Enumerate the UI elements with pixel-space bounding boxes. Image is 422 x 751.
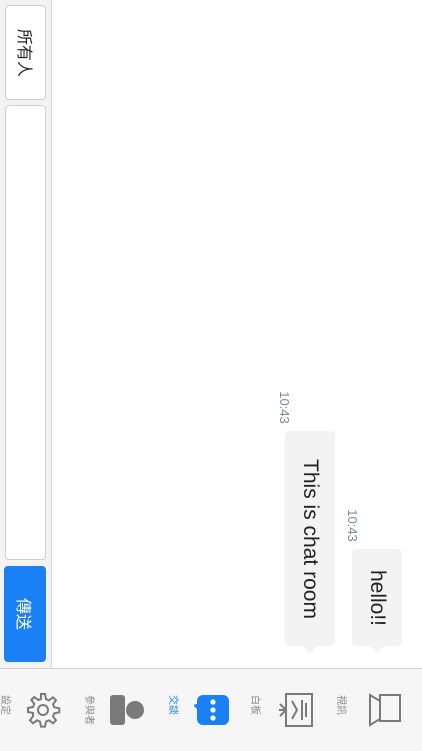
tab-chat-label: 交談 (167, 695, 178, 715)
recipient-selector[interactable]: 所有人 (5, 5, 46, 100)
message-text: This is chat room (299, 458, 322, 619)
message-bubble: hello!! (352, 549, 402, 653)
send-button[interactable]: 傳送 (4, 566, 46, 662)
tab-whiteboard[interactable]: 白板 (249, 669, 320, 751)
tab-video[interactable]: 視訊 (335, 669, 422, 751)
whiteboard-icon (278, 691, 316, 733)
send-button-label: 傳送 (14, 597, 33, 631)
compose-panel: 所有人 傳送 (0, 0, 52, 668)
participant-icon (108, 691, 146, 733)
tab-bar: 設定 參與者 交談 白板 視訊 (0, 668, 422, 751)
tab-participants[interactable]: 參與者 (83, 669, 152, 751)
recipient-label: 所有人 (14, 28, 34, 77)
message-text: hello!! (366, 569, 389, 626)
video-icon (366, 691, 404, 733)
tab-video-label: 視訊 (335, 695, 346, 715)
tab-settings[interactable]: 設定 (0, 669, 68, 751)
chat-area: 10:43 hello!! 10:43 This is chat room (52, 0, 422, 668)
tab-whiteboard-label: 白板 (249, 695, 260, 715)
tab-chat[interactable]: 交談 (167, 669, 236, 751)
message-time: 10:43 (276, 391, 292, 424)
message-bubble: This is chat room (285, 431, 335, 653)
chat-icon (193, 691, 232, 733)
tab-settings-label: 設定 (0, 695, 10, 715)
gear-icon (24, 691, 62, 733)
tab-participants-label: 參與者 (83, 695, 94, 725)
message-time: 10:43 (344, 509, 360, 542)
message-input[interactable] (5, 105, 46, 560)
